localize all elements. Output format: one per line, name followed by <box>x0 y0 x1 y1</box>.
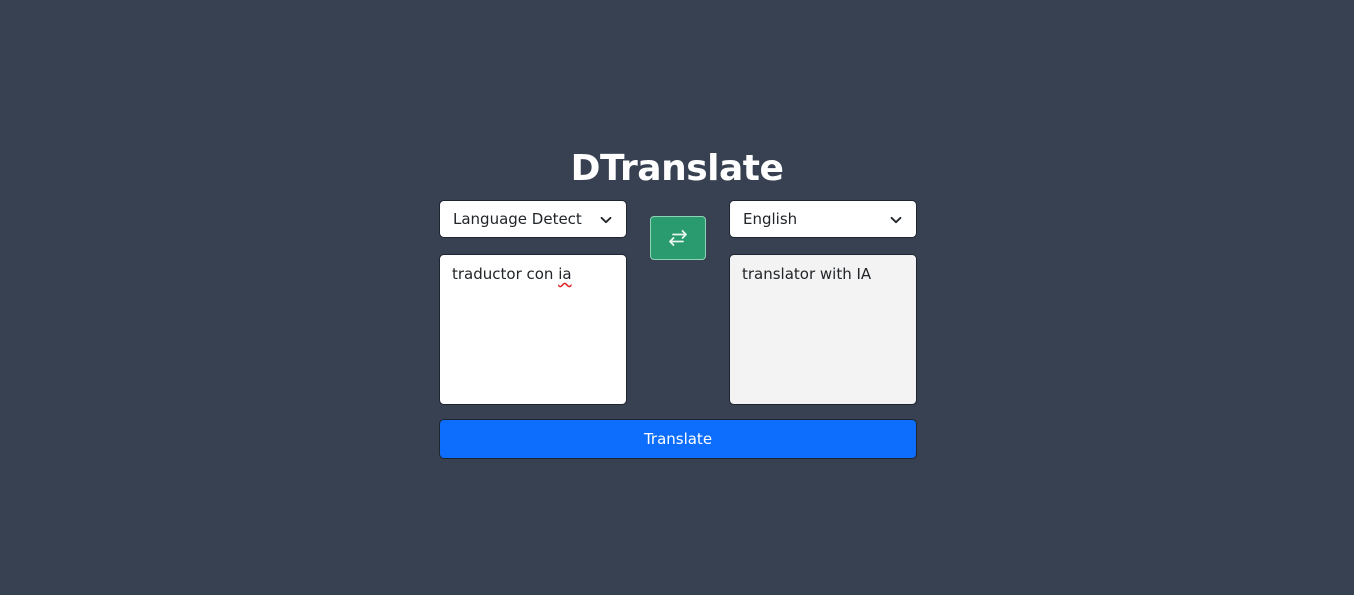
source-language-value: Language Detect <box>453 210 582 228</box>
app-title: DTranslate <box>570 148 784 189</box>
translated-text: translator with IA <box>742 265 872 283</box>
target-language-select[interactable]: English <box>729 200 917 238</box>
translated-text-output[interactable]: translator with IA <box>729 254 917 405</box>
source-text-input[interactable]: traductor con ia <box>439 254 627 405</box>
translate-button[interactable]: Translate <box>439 419 917 459</box>
source-text: traductor con <box>452 265 559 283</box>
source-language-select[interactable]: Language Detect <box>439 200 627 238</box>
chevron-down-icon <box>890 216 902 224</box>
chevron-down-icon <box>600 216 612 224</box>
swap-languages-button[interactable] <box>650 216 706 260</box>
swap-arrows-icon <box>669 230 687 246</box>
target-language-value: English <box>743 210 798 228</box>
misspelled-word: ia <box>558 265 572 283</box>
